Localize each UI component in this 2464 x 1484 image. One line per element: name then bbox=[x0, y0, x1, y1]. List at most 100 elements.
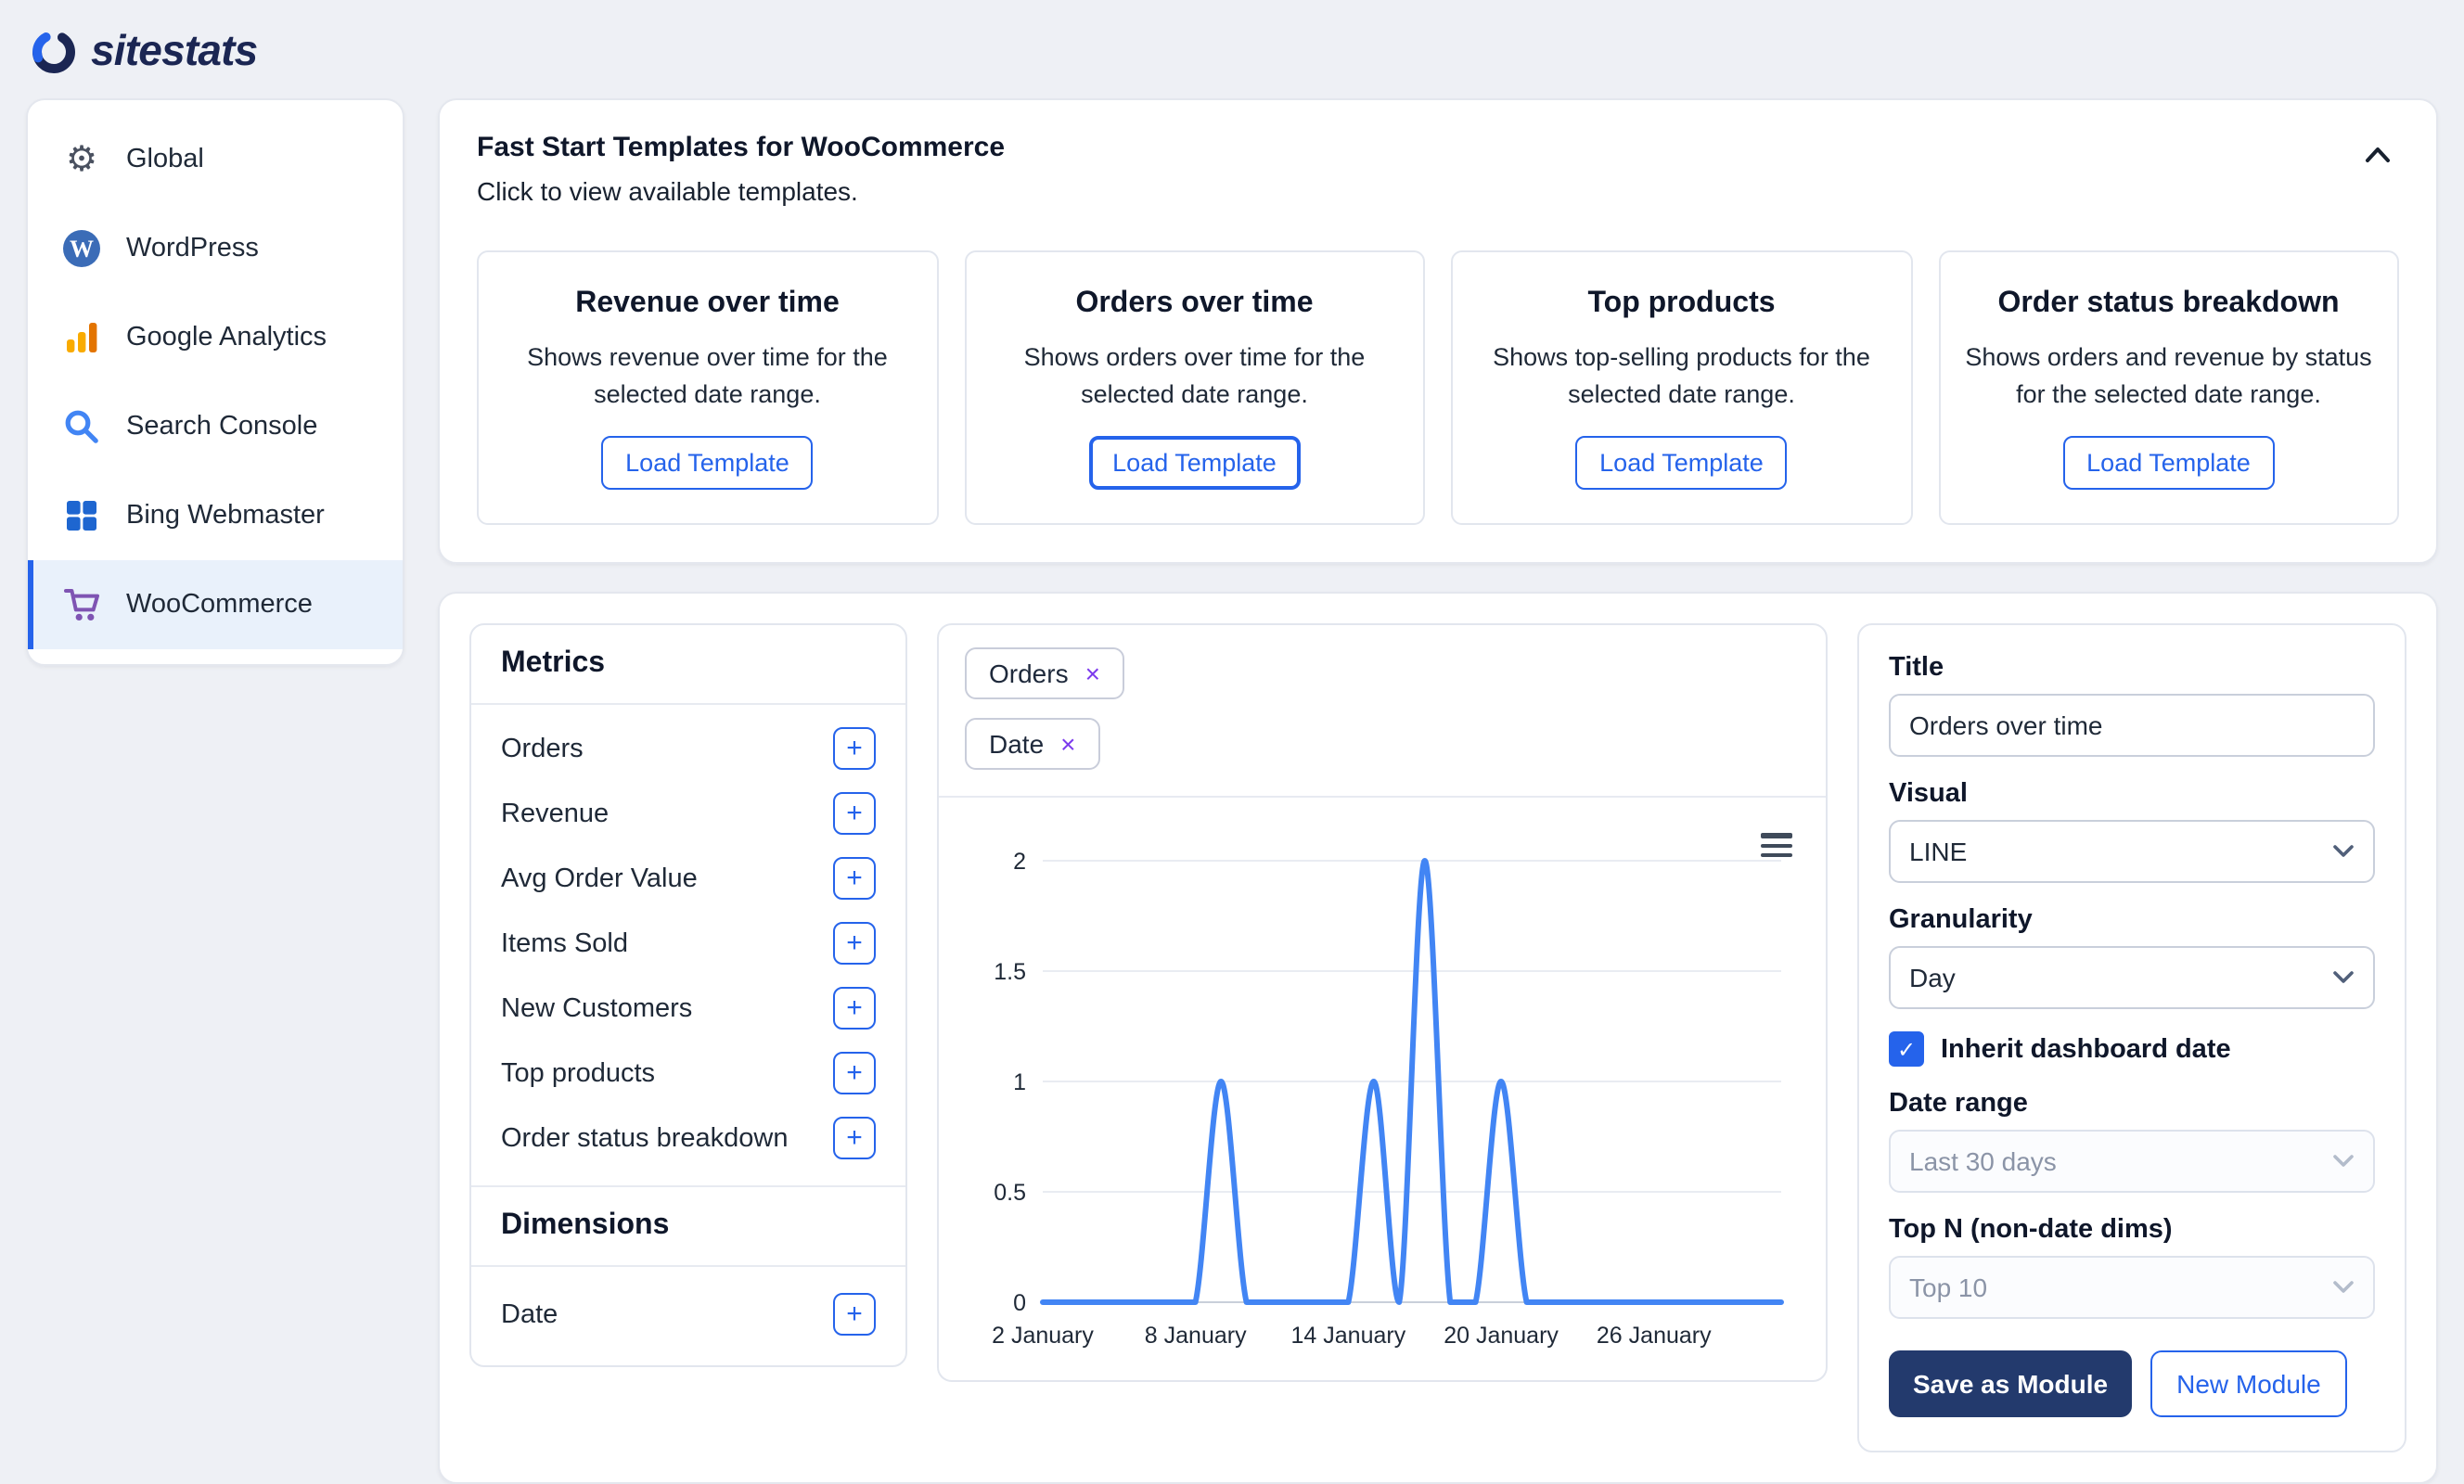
plus-icon: + bbox=[846, 929, 863, 957]
chip-label: Orders bbox=[989, 659, 1069, 688]
sidebar-item-label: WooCommerce bbox=[126, 590, 313, 620]
metric-row: Avg Order Value + bbox=[471, 846, 905, 911]
svg-text:0.5: 0.5 bbox=[994, 1180, 1026, 1206]
chevron-down-icon bbox=[2332, 1154, 2355, 1169]
inherit-date-checkbox[interactable]: ✓ bbox=[1889, 1031, 1924, 1067]
chevron-up-icon bbox=[2364, 145, 2392, 165]
orders-line-chart: 00.511.522 January8 January14 January20 … bbox=[957, 812, 1807, 1369]
metric-row: Top products + bbox=[471, 1041, 905, 1106]
metric-row: New Customers + bbox=[471, 976, 905, 1041]
logo-ring-icon bbox=[30, 27, 78, 75]
template-card-description: Shows revenue over time for the selected… bbox=[501, 339, 914, 412]
sidebar-item-woocommerce[interactable]: WooCommerce bbox=[28, 560, 403, 649]
grid-icon bbox=[61, 495, 102, 536]
add-metric-button[interactable]: + bbox=[833, 1117, 876, 1159]
date-range-field-label: Date range bbox=[1889, 1089, 2375, 1119]
chart-menu-icon[interactable] bbox=[1761, 827, 1792, 863]
new-module-button[interactable]: New Module bbox=[2150, 1350, 2347, 1417]
sidebar-item-bing-webmaster[interactable]: Bing Webmaster bbox=[28, 471, 403, 560]
chip-remove-icon[interactable]: × bbox=[1060, 729, 1075, 759]
sidebar-item-label: Search Console bbox=[126, 412, 317, 441]
metric-label: Top products bbox=[501, 1058, 655, 1088]
dimensions-heading: Dimensions bbox=[471, 1185, 905, 1267]
load-template-button[interactable]: Load Template bbox=[1088, 436, 1301, 490]
granularity-field-label: Granularity bbox=[1889, 905, 2375, 935]
app-logo: sitestats bbox=[30, 26, 257, 76]
svg-text:26 January: 26 January bbox=[1597, 1323, 1712, 1349]
logo-text: sitestats bbox=[91, 26, 257, 76]
metrics-card: Metrics Orders + Revenue + Avg Order Val… bbox=[469, 623, 907, 1367]
chip-remove-icon[interactable]: × bbox=[1085, 659, 1100, 688]
topn-select[interactable]: Top 10 bbox=[1889, 1256, 2375, 1319]
sidebar-item-label: WordPress bbox=[126, 234, 259, 263]
chart-area: 00.511.522 January8 January14 January20 … bbox=[939, 798, 1826, 1380]
svg-text:8 January: 8 January bbox=[1145, 1323, 1247, 1349]
metric-label: Avg Order Value bbox=[501, 864, 698, 893]
chip-label: Date bbox=[989, 729, 1044, 759]
add-metric-button[interactable]: + bbox=[833, 857, 876, 900]
granularity-select[interactable]: Day bbox=[1889, 946, 2375, 1009]
add-metric-button[interactable]: + bbox=[833, 987, 876, 1030]
load-template-button[interactable]: Load Template bbox=[1575, 436, 1788, 490]
metric-row: Orders + bbox=[471, 716, 905, 781]
svg-text:1.5: 1.5 bbox=[994, 959, 1026, 985]
metric-label: Orders bbox=[501, 734, 584, 763]
metric-label: Order status breakdown bbox=[501, 1123, 789, 1153]
visual-select-value: LINE bbox=[1909, 837, 1967, 866]
search-icon bbox=[61, 406, 102, 447]
plus-icon: + bbox=[846, 1059, 863, 1087]
svg-text:20 January: 20 January bbox=[1444, 1323, 1559, 1349]
add-dimension-button[interactable]: + bbox=[833, 1293, 876, 1336]
template-cards: Revenue over time Shows revenue over tim… bbox=[477, 250, 2399, 525]
cart-icon bbox=[61, 584, 102, 625]
add-metric-button[interactable]: + bbox=[833, 1052, 876, 1094]
date-range-select[interactable]: Last 30 days bbox=[1889, 1130, 2375, 1193]
wordpress-icon: W bbox=[61, 228, 102, 269]
settings-actions: Save as Module New Module bbox=[1889, 1350, 2375, 1417]
template-card-title: Order status breakdown bbox=[1962, 288, 2375, 321]
dimension-label: Date bbox=[501, 1299, 558, 1329]
chevron-down-icon bbox=[2332, 1280, 2355, 1295]
chevron-down-icon bbox=[2332, 844, 2355, 859]
title-input[interactable] bbox=[1889, 694, 2375, 757]
topbar: sitestats bbox=[0, 0, 2464, 98]
selected-fields: Orders × Date × bbox=[939, 625, 1826, 798]
gear-icon: ⚙ bbox=[61, 139, 102, 180]
sidebar-item-global[interactable]: ⚙ Global bbox=[28, 115, 403, 204]
metric-label: New Customers bbox=[501, 993, 692, 1023]
metrics-heading: Metrics bbox=[471, 625, 905, 705]
sidebar-item-search-console[interactable]: Search Console bbox=[28, 382, 403, 471]
svg-text:W: W bbox=[70, 236, 94, 262]
load-template-button[interactable]: Load Template bbox=[601, 436, 814, 490]
templates-header: Fast Start Templates for WooCommerce Cli… bbox=[477, 132, 2399, 206]
save-as-module-button[interactable]: Save as Module bbox=[1889, 1350, 2132, 1417]
module-builder-panel: Metrics Orders + Revenue + Avg Order Val… bbox=[438, 592, 2438, 1484]
sidebar-item-wordpress[interactable]: W WordPress bbox=[28, 204, 403, 293]
add-metric-button[interactable]: + bbox=[833, 727, 876, 770]
add-metric-button[interactable]: + bbox=[833, 922, 876, 965]
add-metric-button[interactable]: + bbox=[833, 792, 876, 835]
template-card-title: Revenue over time bbox=[501, 288, 914, 321]
svg-text:1: 1 bbox=[1013, 1069, 1026, 1095]
template-card-top-products: Top products Shows top-selling products … bbox=[1451, 250, 1912, 525]
sidebar-item-label: Bing Webmaster bbox=[126, 501, 325, 531]
granularity-select-value: Day bbox=[1909, 963, 1956, 992]
svg-text:0: 0 bbox=[1013, 1290, 1026, 1316]
templates-subtitle: Click to view available templates. bbox=[477, 176, 1005, 206]
visual-select[interactable]: LINE bbox=[1889, 820, 2375, 883]
chip-date[interactable]: Date × bbox=[965, 718, 1100, 770]
plus-icon: + bbox=[846, 994, 863, 1022]
plus-icon: + bbox=[846, 1124, 863, 1152]
load-template-button[interactable]: Load Template bbox=[2062, 436, 2275, 490]
metric-label: Revenue bbox=[501, 799, 609, 828]
templates-title: Fast Start Templates for WooCommerce bbox=[477, 132, 1005, 163]
sidebar-item-google-analytics[interactable]: Google Analytics bbox=[28, 293, 403, 382]
sidebar-item-label: Global bbox=[126, 145, 204, 174]
chip-orders[interactable]: Orders × bbox=[965, 647, 1124, 699]
collapse-panel-button[interactable] bbox=[2356, 135, 2399, 178]
metric-row: Revenue + bbox=[471, 781, 905, 846]
module-settings-card: Title Visual LINE Granularity Day ✓ I bbox=[1857, 623, 2406, 1452]
topn-field-label: Top N (non-date dims) bbox=[1889, 1215, 2375, 1245]
metric-row: Items Sold + bbox=[471, 911, 905, 976]
template-card-description: Shows orders and revenue by status for t… bbox=[1962, 339, 2375, 412]
